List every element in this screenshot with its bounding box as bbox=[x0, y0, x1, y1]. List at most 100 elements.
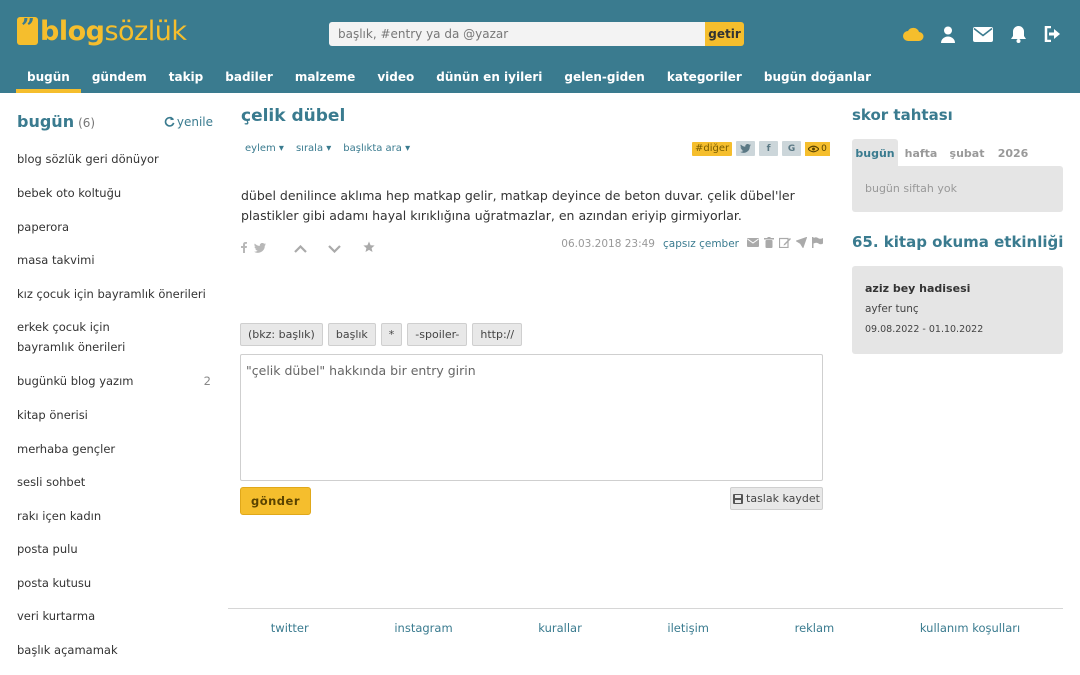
event-title[interactable]: 65. kitap okuma etkinliği bbox=[852, 233, 1063, 251]
url-button[interactable]: http:// bbox=[472, 323, 523, 346]
event-dates: 09.08.2022 - 01.10.2022 bbox=[865, 324, 984, 335]
list-item[interactable]: bugünkü blog yazım 2 bbox=[17, 371, 213, 391]
search-input[interactable] bbox=[329, 22, 705, 46]
footer-rules-link[interactable]: kurallar bbox=[538, 621, 582, 635]
envelope-icon[interactable] bbox=[972, 24, 994, 44]
event-card[interactable]: aziz bey hadisesi ayfer tunç 09.08.2022 … bbox=[852, 266, 1063, 354]
facebook-icon[interactable] bbox=[241, 238, 247, 257]
tab-february[interactable]: şubat bbox=[944, 139, 990, 166]
search-button[interactable]: getir bbox=[705, 22, 744, 46]
list-item[interactable]: kız çocuk için bayramlık önerileri bbox=[17, 284, 213, 304]
topic-count bbox=[211, 472, 213, 492]
downvote-icon[interactable] bbox=[328, 238, 341, 257]
logout-icon[interactable] bbox=[1042, 24, 1064, 44]
topic-count bbox=[211, 606, 213, 626]
topic-count bbox=[165, 317, 167, 358]
topic-count bbox=[211, 573, 213, 593]
search-bar: getir bbox=[329, 22, 744, 46]
footer-ads-link[interactable]: reklam bbox=[795, 621, 835, 635]
bkz-button[interactable]: (bkz: başlık) bbox=[240, 323, 323, 346]
upvote-icon[interactable] bbox=[294, 238, 307, 257]
topic-label: veri kurtarma bbox=[17, 609, 96, 623]
trash-icon[interactable] bbox=[764, 237, 774, 251]
topic-menus: eylem ▾ sırala ▾ başlıkta ara ▾ bbox=[245, 143, 410, 154]
nav-malzeme[interactable]: malzeme bbox=[284, 66, 366, 93]
nav-dunun-en-iyileri[interactable]: dünün en iyileri bbox=[425, 66, 553, 93]
topic-title[interactable]: çelik dübel bbox=[241, 106, 345, 126]
star-button[interactable]: * bbox=[380, 323, 403, 346]
list-item[interactable]: posta kutusu bbox=[17, 573, 213, 593]
footer-terms-link[interactable]: kullanım koşulları bbox=[920, 621, 1020, 635]
quote-logo-icon bbox=[17, 13, 38, 45]
list-item[interactable]: blog sözlük geri dönüyor bbox=[17, 149, 213, 169]
topic-label: blog sözlük geri dönüyor bbox=[17, 152, 159, 166]
nav-kategoriler[interactable]: kategoriler bbox=[656, 66, 753, 93]
entry-footer: 06.03.2018 23:49 çapsız çember bbox=[241, 236, 823, 254]
footer-twitter-link[interactable]: twitter bbox=[271, 621, 309, 635]
nav-badiler[interactable]: badiler bbox=[214, 66, 284, 93]
footer-contact-link[interactable]: iletişim bbox=[667, 621, 709, 635]
left-title[interactable]: bugün bbox=[17, 112, 74, 131]
header-icons bbox=[902, 24, 1064, 44]
list-item[interactable]: kitap önerisi bbox=[17, 405, 213, 425]
sort-menu[interactable]: sırala ▾ bbox=[296, 143, 331, 154]
nav-takip[interactable]: takip bbox=[158, 66, 215, 93]
entry-textarea[interactable] bbox=[240, 354, 823, 481]
search-in-topic-menu[interactable]: başlıkta ara ▾ bbox=[343, 143, 410, 154]
list-item[interactable]: rakı içen kadın bbox=[17, 506, 213, 526]
nav-gelen-giden[interactable]: gelen-giden bbox=[553, 66, 655, 93]
save-draft-button[interactable]: taslak kaydet bbox=[730, 487, 823, 510]
nav-bugun-doganlar[interactable]: bugün doğanlar bbox=[753, 66, 882, 93]
view-counter: 0 bbox=[805, 141, 830, 156]
topic-count bbox=[211, 640, 213, 660]
list-item[interactable]: veri kurtarma bbox=[17, 606, 213, 626]
twitter-icon[interactable] bbox=[254, 238, 266, 257]
message-icon[interactable] bbox=[747, 238, 759, 250]
topic-count bbox=[211, 539, 213, 559]
scoreboard-tabs: bugün hafta şubat 2026 bbox=[852, 139, 1036, 166]
tab-today[interactable]: bugün bbox=[852, 139, 898, 166]
category-tag[interactable]: #diğer bbox=[692, 141, 733, 156]
list-item[interactable]: masa takvimi bbox=[17, 250, 213, 270]
twitter-share-button[interactable] bbox=[736, 141, 756, 156]
cloud-icon[interactable] bbox=[902, 24, 924, 44]
spoiler-button[interactable]: -spoiler- bbox=[407, 323, 468, 346]
topic-label: bugünkü blog yazım bbox=[17, 374, 134, 388]
google-share-button[interactable]: G bbox=[782, 141, 802, 156]
flag-icon[interactable] bbox=[812, 237, 823, 251]
user-icon[interactable] bbox=[937, 24, 959, 44]
action-menu[interactable]: eylem ▾ bbox=[245, 143, 284, 154]
list-item[interactable]: sesli sohbet bbox=[17, 472, 213, 492]
nav-bugun[interactable]: bugün bbox=[16, 66, 81, 93]
plane-icon[interactable] bbox=[795, 236, 808, 251]
list-item[interactable]: paperora bbox=[17, 217, 213, 237]
topic-count bbox=[211, 183, 213, 203]
nav-gundem[interactable]: gündem bbox=[81, 66, 158, 93]
tab-week[interactable]: hafta bbox=[898, 139, 944, 166]
topic-count bbox=[211, 149, 213, 169]
edit-icon[interactable] bbox=[778, 237, 791, 251]
link-title-button[interactable]: başlık bbox=[327, 323, 376, 346]
nav-video[interactable]: video bbox=[366, 66, 425, 93]
list-item[interactable]: bebek oto koltuğu bbox=[17, 183, 213, 203]
topic-count bbox=[211, 506, 213, 526]
entry-date[interactable]: 06.03.2018 23:49 bbox=[561, 238, 655, 250]
list-item[interactable]: posta pulu bbox=[17, 539, 213, 559]
facebook-share-button[interactable]: f bbox=[759, 141, 779, 156]
topic-label: masa takvimi bbox=[17, 253, 95, 267]
list-item[interactable]: erkek çocuk için bayramlık önerileri bbox=[17, 317, 167, 358]
refresh-button[interactable]: yenile bbox=[164, 115, 213, 129]
bell-icon[interactable] bbox=[1007, 24, 1029, 44]
footer-instagram-link[interactable]: instagram bbox=[394, 621, 452, 635]
favorite-star-icon[interactable] bbox=[363, 238, 375, 257]
tab-year[interactable]: 2026 bbox=[990, 139, 1036, 166]
topic-count: 2 bbox=[203, 374, 211, 388]
list-item[interactable]: merhaba gençler bbox=[17, 439, 213, 459]
view-count: 0 bbox=[821, 143, 827, 154]
list-item[interactable]: başlık açamamak bbox=[17, 640, 213, 660]
topic-label: merhaba gençler bbox=[17, 442, 116, 456]
send-button[interactable]: gönder bbox=[240, 487, 311, 515]
site-logo[interactable]: blogsözlük bbox=[17, 13, 187, 48]
entry-actions bbox=[241, 238, 375, 257]
entry-author[interactable]: çapsız çember bbox=[663, 238, 739, 250]
